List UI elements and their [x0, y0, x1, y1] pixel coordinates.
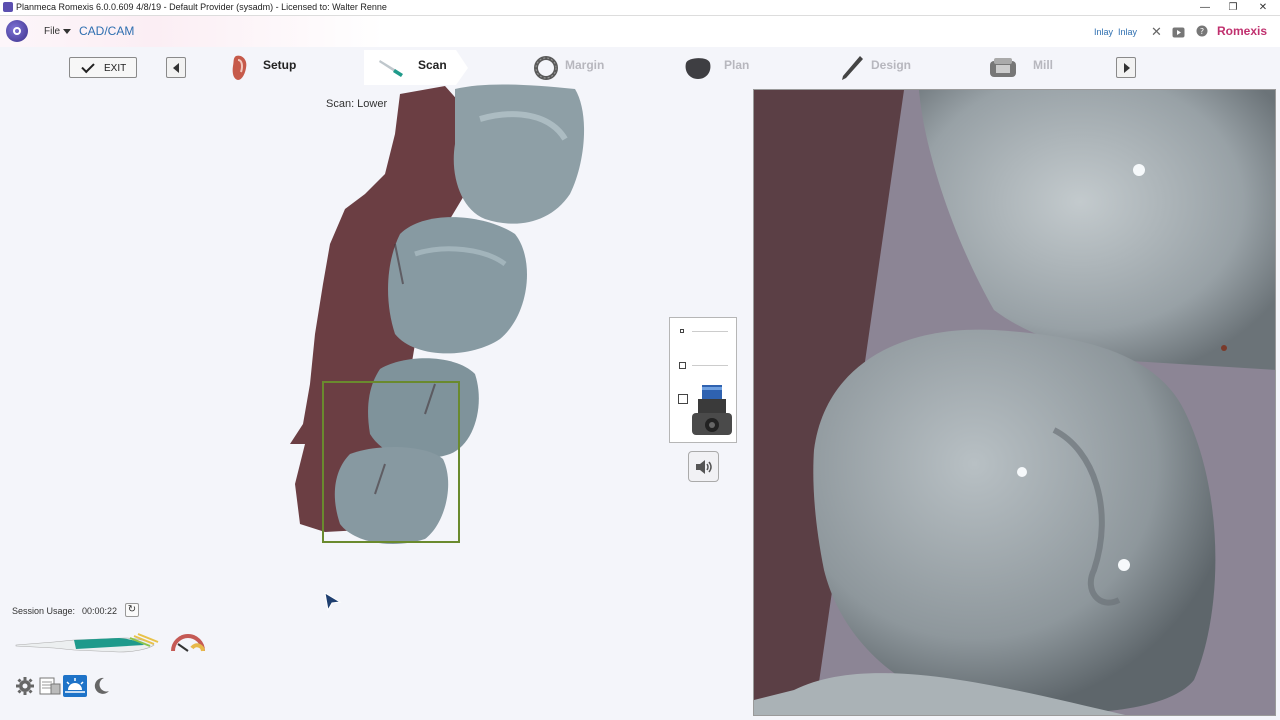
help-icon[interactable]: ? [1196, 25, 1208, 40]
module-title: CAD/CAM [79, 24, 135, 38]
live-camera-view[interactable] [753, 89, 1276, 716]
brand-logo: Romexis [1217, 24, 1268, 38]
app-icon [3, 2, 13, 12]
mouse-cursor-icon [324, 592, 342, 612]
step-margin[interactable]: Margin [565, 58, 604, 72]
session-time: 00:00:22 [82, 606, 118, 616]
svg-text:?: ? [1200, 27, 1204, 36]
mill-machine-icon [988, 55, 1018, 86]
design-pen-icon [840, 54, 864, 87]
close-window-button[interactable]: ✕ [1248, 0, 1278, 15]
plan-tooth-icon [683, 55, 713, 86]
refresh-session-button[interactable]: ↻ [125, 603, 139, 617]
margin-ring-icon [533, 55, 559, 86]
scan-selection-box[interactable] [322, 381, 460, 543]
video-icon[interactable] [1172, 26, 1185, 41]
intraoral-camera-image [754, 90, 1275, 715]
exit-button[interactable]: EXIT [69, 57, 137, 78]
warmup-gauge-icon [171, 634, 205, 652]
previous-step-button[interactable] [166, 57, 186, 78]
sound-button[interactable] [688, 451, 719, 482]
scanner-status-icon [15, 633, 159, 653]
resolution-large-option[interactable] [678, 394, 688, 404]
step-mill[interactable]: Mill [1033, 58, 1053, 72]
resolution-medium-option[interactable] [679, 362, 686, 369]
maximize-button[interactable]: ❐ [1218, 0, 1248, 15]
report-icon[interactable] [39, 676, 61, 696]
window-title: Planmeca Romexis 6.0.0.609 4/8/19 - Defa… [16, 2, 387, 12]
romexis-logo-icon[interactable] [6, 20, 28, 42]
speaker-icon [696, 460, 712, 474]
exit-label: EXIT [104, 63, 127, 74]
divider [692, 365, 728, 366]
file-menu-label: File [44, 26, 61, 37]
setup-tooth-icon [230, 54, 250, 87]
window-titlebar: Planmeca Romexis 6.0.0.609 4/8/19 - Defa… [0, 0, 1280, 16]
scanner-wand-icon [378, 56, 406, 83]
scanner-device-icon [692, 385, 732, 435]
restoration-label[interactable]: Inlay [1094, 27, 1113, 37]
step-scan[interactable]: Scan [418, 58, 447, 72]
chevron-left-icon [173, 63, 179, 73]
next-step-button[interactable] [1116, 57, 1136, 78]
sunrise-icon[interactable] [63, 675, 87, 697]
chevron-right-icon [1124, 63, 1130, 73]
resolution-small-option[interactable] [680, 329, 684, 333]
file-menu[interactable]: File [44, 26, 72, 37]
session-usage-label: Session Usage: [12, 606, 76, 616]
scan-options-panel [669, 317, 737, 443]
check-icon [81, 59, 95, 74]
step-setup[interactable]: Setup [263, 58, 296, 72]
menubar [0, 16, 1280, 47]
moon-icon[interactable] [91, 676, 111, 696]
gear-icon[interactable] [15, 676, 35, 696]
step-design[interactable]: Design [871, 58, 911, 72]
restoration-label[interactable]: Inlay [1118, 27, 1137, 37]
divider [692, 331, 728, 332]
step-plan[interactable]: Plan [724, 58, 749, 72]
caret-down-icon [63, 28, 72, 34]
minimize-button[interactable]: — [1190, 0, 1220, 15]
close-icon[interactable]: ✕ [1151, 24, 1162, 40]
